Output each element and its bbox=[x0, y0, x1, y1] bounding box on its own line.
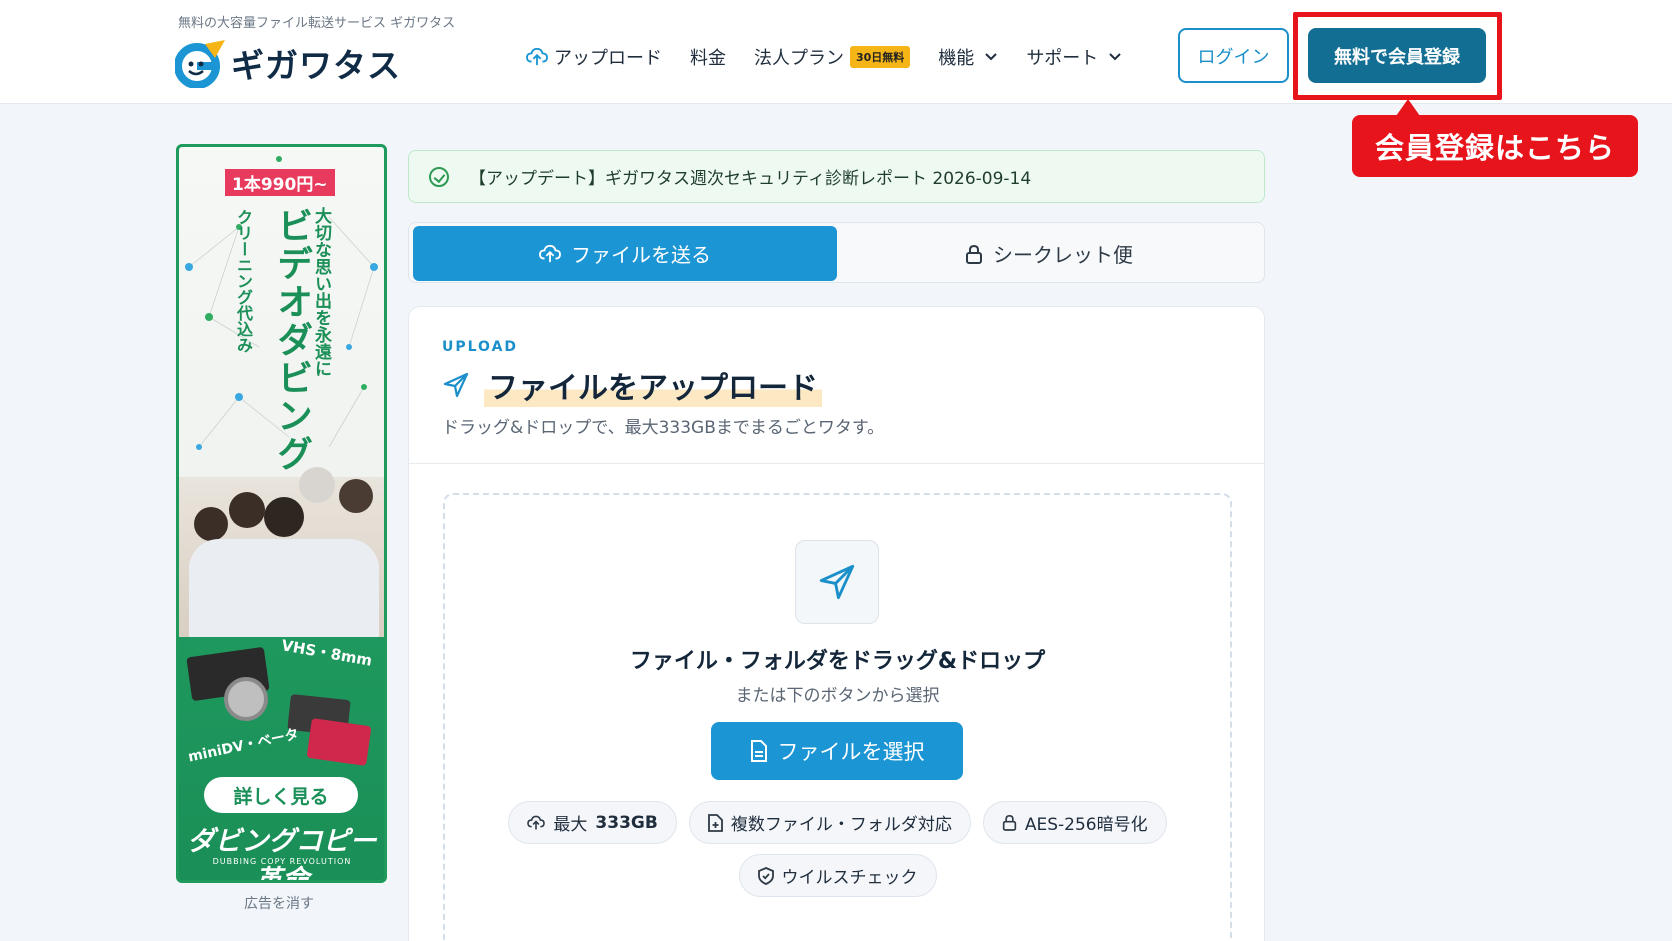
ad-headline-large: ビデオダビング bbox=[271, 207, 312, 473]
paper-plane-icon bbox=[443, 372, 469, 398]
chip-max-value: 333GB bbox=[595, 812, 658, 833]
file-plus-icon bbox=[707, 813, 723, 832]
card-divider bbox=[409, 463, 1264, 464]
chip-encryption: AES-256暗号化 bbox=[982, 801, 1167, 844]
dropzone-icon-box bbox=[795, 540, 879, 624]
chevron-down-icon bbox=[985, 53, 998, 61]
upload-title: ファイルをアップロード bbox=[484, 363, 822, 407]
dropzone-subtitle: または下のボタンから選択 bbox=[735, 686, 940, 706]
nav-support-label: サポート bbox=[1026, 48, 1099, 69]
login-button[interactable]: ログイン bbox=[1178, 28, 1289, 83]
update-notice[interactable]: 【アップデート】ギガワタス週次セキュリティ診断レポート 2026-09-14 bbox=[408, 150, 1265, 203]
nav-features[interactable]: 機能 bbox=[938, 44, 998, 70]
ad-formats-bottom: miniDV・ベータ bbox=[186, 726, 301, 766]
select-file-label: ファイルを選択 bbox=[777, 740, 925, 764]
ad-cta-button[interactable]: 詳しく見る bbox=[204, 777, 358, 813]
cloud-upload-icon bbox=[526, 47, 548, 66]
nav-support[interactable]: サポート bbox=[1026, 44, 1122, 70]
logo-mark-icon bbox=[174, 38, 225, 89]
remove-ad-link[interactable]: 広告を消す bbox=[244, 893, 314, 913]
cloud-upload-icon bbox=[539, 244, 561, 262]
ad-brand-subtext: DUBBING COPY REVOLUTION bbox=[212, 857, 352, 866]
nav-business[interactable]: 法人プラン 30日無料 bbox=[754, 44, 911, 70]
chip-multi-label: 複数ファイル・フォルダ対応 bbox=[730, 815, 952, 835]
logo-text: ギガワタス bbox=[231, 46, 401, 85]
upload-eyebrow: UPLOAD bbox=[442, 339, 519, 355]
tab-send-label: ファイルを送る bbox=[571, 243, 711, 267]
tab-secret-label: シークレット便 bbox=[993, 243, 1133, 267]
ad-brand-logo: ダビングコピー革命 bbox=[187, 826, 377, 883]
chip-virus-label: ウイルスチェック bbox=[781, 868, 918, 888]
chip-multi-file: 複数ファイル・フォルダ対応 bbox=[688, 801, 971, 844]
ad-formats-top: VHS・8mm bbox=[280, 636, 374, 670]
tab-send-files[interactable]: ファイルを送る bbox=[413, 226, 837, 281]
cloud-upload-icon bbox=[527, 815, 546, 830]
dropzone-title: ファイル・フォルダをドラッグ&ドロップ bbox=[629, 649, 1046, 674]
site-tagline: 無料の大容量ファイル転送サービス ギガワタス bbox=[178, 16, 456, 31]
document-icon bbox=[750, 740, 767, 762]
beta-tape-image bbox=[306, 718, 372, 766]
callout-pointer bbox=[1396, 99, 1420, 116]
feature-chips: 最大 333GB 複数ファイル・フォルダ対応 AES-256暗号化 ウイルスチェ… bbox=[445, 801, 1230, 897]
nav-pricing[interactable]: 料金 bbox=[690, 44, 726, 70]
chip-virus-check: ウイルスチェック bbox=[738, 854, 937, 897]
tab-secret-delivery[interactable]: シークレット便 bbox=[837, 226, 1261, 281]
mode-tabs: ファイルを送る シークレット便 bbox=[408, 222, 1265, 283]
upload-card: UPLOAD ファイルをアップロード ドラッグ&ドロップで、最大333GBまでま… bbox=[408, 306, 1265, 941]
chip-encryption-label: AES-256暗号化 bbox=[1024, 815, 1148, 835]
file-dropzone[interactable]: ファイル・フォルダをドラッグ&ドロップ または下のボタンから選択 ファイルを選択… bbox=[443, 493, 1232, 941]
ad-family-photo bbox=[179, 467, 384, 637]
main-nav: アップロード 料金 法人プラン 30日無料 機能 サポート bbox=[526, 40, 1150, 74]
sidebar-ad[interactable]: 1本990円~ 大切な思い出を永遠に ビデオダビング クリーニング代込み VHS… bbox=[176, 144, 387, 883]
nav-upload-label: アップロード bbox=[554, 48, 662, 69]
lock-icon bbox=[966, 244, 982, 264]
chevron-down-icon bbox=[1109, 53, 1122, 61]
lock-icon bbox=[1002, 814, 1016, 831]
check-circle-icon bbox=[429, 166, 449, 187]
upload-heading: ファイルをアップロード bbox=[442, 363, 822, 407]
chip-max-prefix: 最大 bbox=[553, 815, 588, 835]
logo[interactable]: ギガワタス bbox=[174, 38, 401, 89]
trial-badge: 30日無料 bbox=[850, 46, 911, 68]
ad-price-tag: 1本990円~ bbox=[225, 169, 335, 196]
register-highlight-box bbox=[1293, 12, 1502, 100]
nav-features-label: 機能 bbox=[938, 48, 975, 69]
paper-plane-icon bbox=[819, 564, 855, 600]
shield-check-icon bbox=[757, 866, 774, 885]
chip-max-size: 最大 333GB bbox=[508, 801, 677, 844]
film-reel-image bbox=[224, 677, 268, 721]
notice-text: 【アップデート】ギガワタス週次セキュリティ診断レポート 2026-09-14 bbox=[469, 169, 1032, 189]
upload-subtitle: ドラッグ&ドロップで、最大333GBまでまるごとワタす。 bbox=[442, 418, 885, 438]
nav-upload[interactable]: アップロード bbox=[526, 44, 662, 70]
nav-pricing-label: 料金 bbox=[690, 48, 726, 69]
nav-business-label: 法人プラン bbox=[754, 48, 844, 69]
register-callout: 会員登録はこちら bbox=[1352, 115, 1638, 177]
ad-headline-note: クリーニング代込み bbox=[234, 209, 253, 353]
select-file-button[interactable]: ファイルを選択 bbox=[711, 722, 963, 780]
